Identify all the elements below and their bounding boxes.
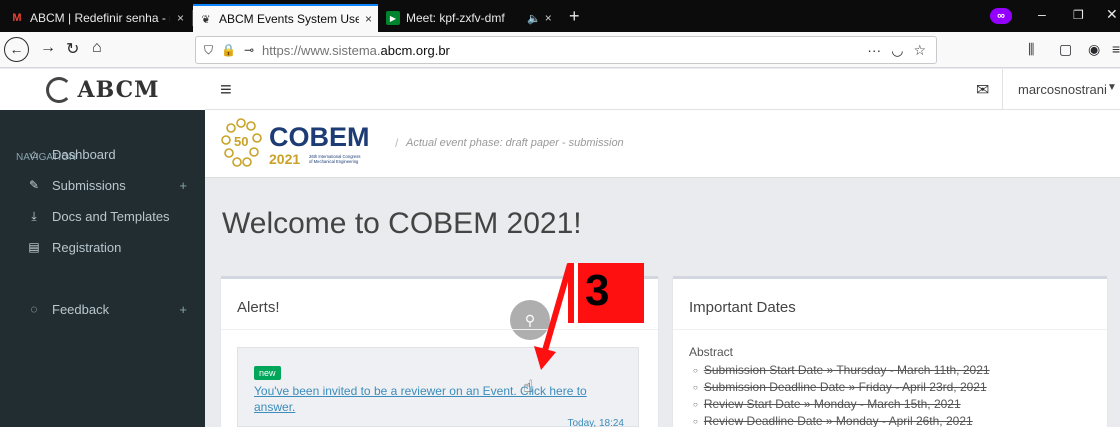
new-badge: new	[254, 366, 281, 380]
abcm-swirl-icon	[45, 76, 72, 103]
abcm-logo[interactable]: ABCM	[0, 69, 205, 110]
chevron-down-icon[interactable]: ▼	[1107, 82, 1117, 93]
close-tab-icon[interactable]: ×	[365, 12, 372, 26]
sidebar-toggle-icon[interactable]: ▢	[1059, 41, 1072, 58]
dates-title: Important Dates	[689, 299, 796, 316]
sidebar-item-registration[interactable]: ▤ Registration	[0, 234, 205, 260]
phase-slash: /	[395, 136, 399, 150]
sidebar-item-label: Submissions	[52, 177, 126, 193]
app-header: ABCM ≡ ✉ marcosnostrani ▼	[0, 69, 1120, 110]
divider	[221, 329, 658, 330]
logo-text: ABCM	[77, 76, 160, 103]
page-title: Welcome to COBEM 2021!	[222, 207, 582, 240]
svg-text:50: 50	[234, 134, 248, 149]
bookmark-star-icon[interactable]: ☆	[913, 42, 926, 59]
date-item: Review Start Date » Monday - March 15th,…	[693, 397, 961, 411]
alert-timestamp: Today, 18:24	[567, 418, 624, 427]
date-item: Submission Start Date » Thursday - March…	[693, 363, 990, 377]
sidebar-item-label: Registration	[52, 239, 122, 255]
tab-title: ABCM Events System Users	[219, 12, 359, 26]
tab-title: ABCM | Redefinir senha - marc	[30, 11, 170, 25]
important-dates-box: Important Dates Abstract Submission Star…	[673, 276, 1107, 427]
svg-text:COBEM: COBEM	[269, 122, 370, 152]
user-menu[interactable]: marcosnostrani	[1018, 82, 1107, 97]
divider	[1002, 69, 1003, 110]
hand-cursor-icon: ☝	[523, 377, 534, 396]
divider	[673, 329, 1107, 330]
close-tab-icon[interactable]: ×	[545, 11, 552, 25]
event-banner: 50 COBEM 2021 26th International Congres…	[205, 110, 1120, 178]
reload-icon[interactable]: ↻	[66, 39, 79, 59]
svg-text:of Mechanical Engineering: of Mechanical Engineering	[309, 159, 359, 164]
chat-icon: ◌	[30, 302, 38, 316]
tab-meet[interactable]: ▶ Meet: kpf-zxfv-dmf 🔈 ×	[380, 4, 562, 32]
account-icon[interactable]: ◉	[1088, 41, 1100, 58]
expand-plus-icon[interactable]: +	[179, 302, 187, 317]
back-arrow-icon[interactable]: ←	[4, 37, 29, 62]
date-item: Review Deadline Date » Monday - April 26…	[693, 414, 973, 427]
home-icon[interactable]: ⌂	[92, 39, 102, 57]
library-icon[interactable]: ⫼	[1028, 41, 1034, 58]
tab-abcm-events[interactable]: ❦ ABCM Events System Users ×	[193, 4, 378, 32]
url-text: https://www.sistema.abcm.org.br	[262, 42, 450, 58]
hamburger-menu-icon[interactable]: ≡	[220, 79, 232, 102]
forward-arrow-icon[interactable]: →	[40, 39, 56, 57]
annotation-arrow-icon	[534, 263, 573, 370]
minimize-button[interactable]: –	[1038, 6, 1046, 22]
gmail-icon: M	[12, 12, 22, 24]
step-number: 3	[585, 266, 610, 315]
browser-tab-bar: M ABCM | Redefinir senha - marc × ❦ ABCM…	[0, 0, 1120, 32]
sidebar-item-docs-templates[interactable]: ⤓ Docs and Templates	[0, 203, 205, 229]
cobem-logo: 50 COBEM 2021 26th International Congres…	[221, 118, 370, 167]
url-bar[interactable]: ⛉ 🔒 ⊸ https://www.sistema.abcm.org.br ··…	[195, 36, 937, 64]
home-icon: ⌂	[30, 147, 38, 161]
speaker-icon[interactable]: 🔈	[527, 12, 541, 25]
close-window-button[interactable]: ✕	[1106, 6, 1118, 23]
expand-plus-icon[interactable]: +	[179, 178, 187, 193]
browser-nav-bar: ← → ↻ ⌂ ⛉ 🔒 ⊸ https://www.sistema.abcm.o…	[0, 32, 1120, 68]
tab-gmail[interactable]: M ABCM | Redefinir senha - marc ×	[4, 4, 190, 32]
abcm-favicon: ❦	[201, 13, 211, 26]
download-icon: ⤓	[31, 208, 37, 223]
meet-icon: ▶	[386, 11, 400, 25]
pencil-icon: ✎	[28, 178, 40, 192]
alerts-title: Alerts!	[237, 299, 280, 316]
page-actions-icon[interactable]: ···	[867, 42, 881, 59]
reviewer-invite-link[interactable]: You've been invited to be a reviewer on …	[254, 383, 604, 415]
sidebar-item-label: Feedback	[52, 301, 110, 317]
date-item: Submission Deadline Date » Friday - Apri…	[693, 380, 987, 394]
private-browsing-icon: ∞	[990, 8, 1012, 24]
pocket-icon[interactable]: ◡	[891, 42, 903, 59]
maximize-button[interactable]: ❐	[1073, 8, 1084, 22]
menu-icon[interactable]: ≡	[1112, 41, 1120, 57]
sidebar-item-dashboard[interactable]: ⌂ Dashboard	[0, 141, 205, 167]
sidebar-item-feedback[interactable]: ◌ Feedback +	[0, 296, 205, 322]
sidebar-item-submissions[interactable]: ✎ Submissions +	[0, 172, 205, 198]
svg-text:2021: 2021	[269, 151, 300, 167]
sidebar: NAVIGATION ⌂ Dashboard ✎ Submissions + ⤓…	[0, 110, 205, 427]
lock-icon: 🔒	[221, 43, 236, 57]
close-tab-icon[interactable]: ×	[177, 11, 184, 25]
sidebar-item-label: Docs and Templates	[52, 208, 170, 224]
shield-icon: ⛉	[204, 42, 214, 57]
new-tab-button[interactable]: +	[569, 6, 580, 27]
permissions-icon: ⊸	[243, 43, 255, 57]
envelope-icon[interactable]: ✉	[976, 80, 989, 100]
tab-title: Meet: kpf-zxfv-dmf	[406, 11, 505, 25]
event-phase-text: Actual event phase: draft paper - submis…	[406, 137, 624, 149]
document-icon: ▤	[28, 240, 40, 254]
sidebar-item-label: Dashboard	[52, 146, 116, 162]
dates-group-label: Abstract	[689, 345, 734, 359]
